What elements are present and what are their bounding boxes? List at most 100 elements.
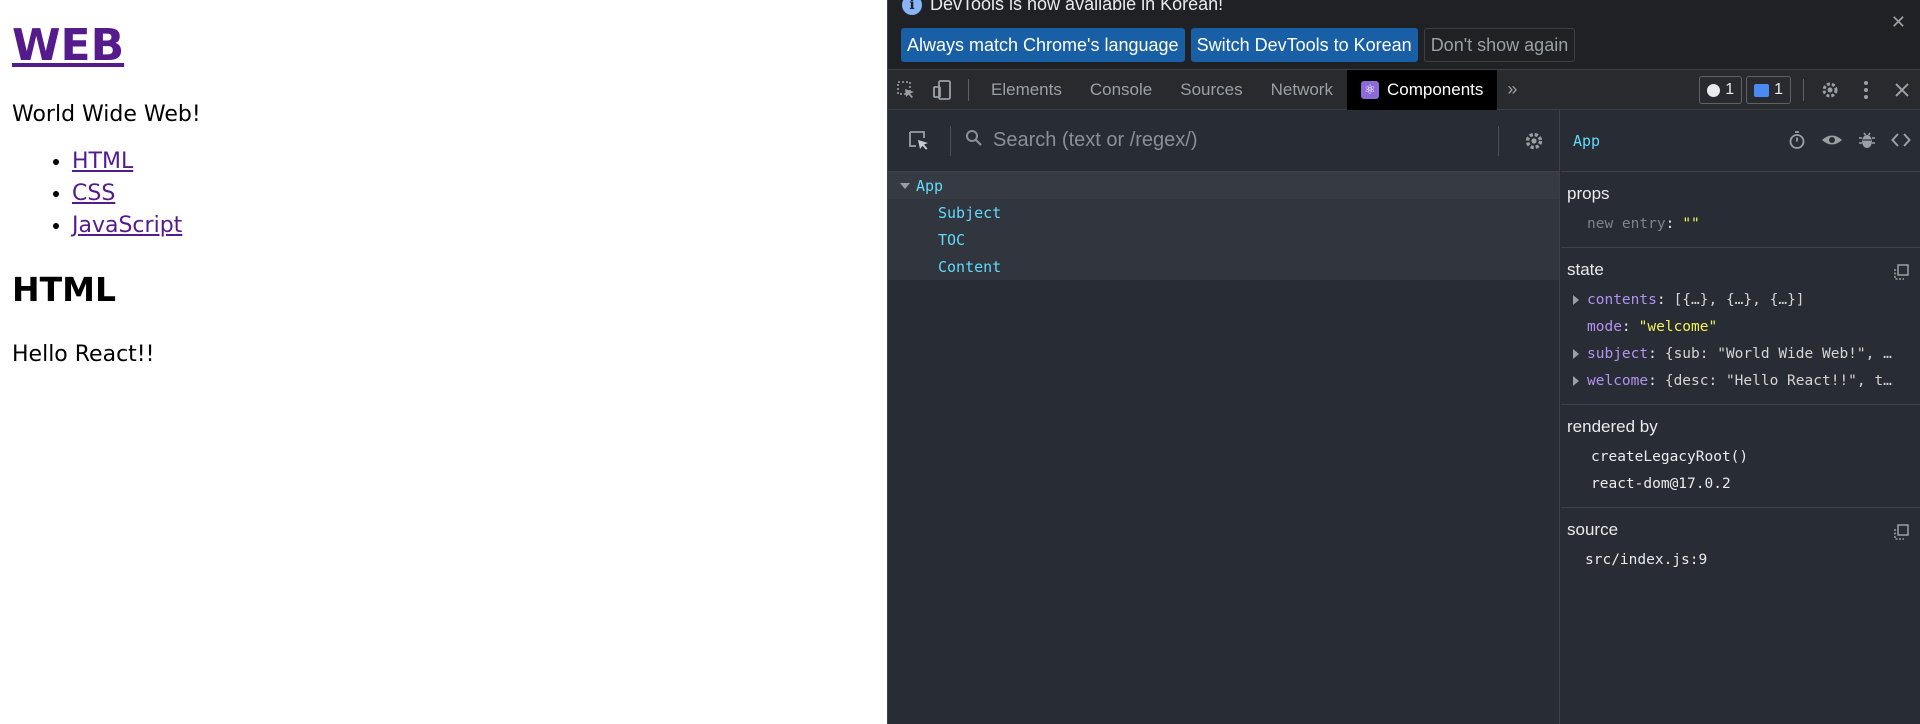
messages-count: 1 (1774, 81, 1783, 98)
rendered-by-section: rendered by createLegacyRoot() react-dom… (1561, 405, 1920, 508)
prop-row-new-entry[interactable]: new entry: "" (1567, 210, 1915, 237)
toc-item: CSS (72, 178, 887, 210)
infobar-text: DevTools is now available in Korean! (930, 0, 1224, 14)
close-icon[interactable]: ✕ (1891, 12, 1906, 33)
state-value[interactable]: "welcome" (1639, 319, 1718, 335)
language-infobar: i DevTools is now available in Korean! A… (888, 0, 1920, 70)
expand-arrow-icon[interactable] (1573, 375, 1579, 386)
page-heading: WEB (12, 20, 887, 72)
page-subtitle: World Wide Web! (12, 102, 201, 127)
message-icon (1754, 83, 1770, 97)
selected-component-name: App (1573, 131, 1601, 150)
messages-counter[interactable]: 1 (1746, 76, 1791, 104)
colon: : (1648, 345, 1657, 362)
tabbar-right: 1 1 (1699, 70, 1920, 110)
search-divider (950, 125, 951, 156)
info-icon: i (902, 0, 922, 15)
search-icon (965, 129, 983, 152)
prop-key: new entry (1587, 215, 1666, 232)
settings-gear-icon[interactable] (1812, 70, 1848, 110)
component-inspector-panel: App props new entry: "" state contents: (1561, 110, 1920, 724)
inspector-actions (1787, 130, 1911, 155)
toc-item: HTML (72, 146, 887, 178)
tab-console[interactable]: Console (1076, 70, 1166, 110)
expand-arrow-icon[interactable] (1573, 294, 1579, 305)
infobar-message: i DevTools is now available in Korean! (902, 0, 1223, 15)
device-toolbar-icon[interactable] (924, 70, 960, 110)
toc-link-javascript[interactable]: JavaScript (72, 213, 182, 238)
view-source-icon[interactable] (1891, 130, 1911, 155)
toc-item: JavaScript (72, 210, 887, 242)
web-page: WEB World Wide Web! HTML CSS JavaScript … (0, 0, 887, 724)
source-section: source src/index.js:9 (1561, 508, 1920, 583)
inspect-element-icon[interactable] (888, 70, 924, 110)
source-location[interactable]: src/index.js:9 (1567, 546, 1915, 573)
state-key: contents (1587, 291, 1657, 308)
tree-node-toc[interactable]: TOC (888, 226, 1559, 253)
tree-node-app[interactable]: App (888, 172, 1559, 199)
close-devtools-icon[interactable] (1884, 70, 1920, 110)
toolbar-divider (968, 78, 969, 101)
tree-node-subject[interactable]: Subject (888, 199, 1559, 226)
state-row-welcome[interactable]: welcome: {desc: "Hello React!!", t… (1567, 367, 1915, 394)
rendered-by-root: createLegacyRoot() (1591, 448, 1749, 465)
copy-icon[interactable] (1893, 264, 1909, 285)
expand-caret-icon[interactable] (900, 182, 910, 189)
always-match-language-button[interactable]: Always match Chrome's language (901, 28, 1185, 62)
eye-icon[interactable] (1821, 130, 1843, 155)
state-value: {desc: "Hello React!!", t… (1664, 372, 1892, 389)
bug-icon[interactable] (1857, 130, 1877, 155)
state-value: [{…}, {…}, {…}] (1673, 291, 1805, 308)
state-row-subject[interactable]: subject: {sub: "World Wide Web!", … (1567, 340, 1915, 367)
search-divider (1498, 126, 1499, 156)
tree-search-bar (888, 110, 1559, 172)
toc-link-css[interactable]: CSS (72, 181, 115, 206)
prop-value[interactable]: "" (1682, 216, 1699, 232)
state-key: welcome (1587, 372, 1649, 389)
copy-icon[interactable] (1893, 524, 1909, 545)
select-element-icon[interactable] (888, 110, 950, 172)
props-title: props (1567, 184, 1610, 203)
tree-node-content[interactable]: Content (888, 253, 1559, 280)
issues-count: 1 (1725, 81, 1735, 98)
component-tree-panel: App Subject TOC Content (888, 110, 1560, 724)
dont-show-again-button[interactable]: Don't show again (1423, 28, 1576, 62)
expand-arrow-icon[interactable] (1573, 348, 1579, 359)
colon: : (1621, 318, 1631, 335)
state-row-contents[interactable]: contents: [{…}, {…}, {…}] (1567, 286, 1915, 313)
tab-network[interactable]: Network (1257, 70, 1347, 110)
tab-elements[interactable]: Elements (977, 70, 1076, 110)
state-value: {sub: "World Wide Web!", … (1664, 345, 1892, 362)
props-section: props new entry: "" (1561, 172, 1920, 248)
tab-sources[interactable]: Sources (1166, 70, 1256, 110)
colon: : (1656, 291, 1666, 308)
toc-list: HTML CSS JavaScript (12, 146, 887, 242)
inspector-header: App (1561, 110, 1920, 172)
content-title: HTML (12, 270, 116, 309)
devtools-tabbar: Elements Console Sources Network ⚛ Compo… (888, 69, 1920, 110)
toolbar-divider (1803, 79, 1804, 101)
infobar-buttons: Always match Chrome's language Switch De… (901, 28, 1576, 62)
component-tree: App Subject TOC Content (888, 172, 1559, 280)
heading-link[interactable]: WEB (12, 20, 124, 71)
content-description: Hello React!! (12, 342, 155, 367)
tab-components[interactable]: ⚛ Components (1346, 69, 1498, 110)
stopwatch-icon[interactable] (1787, 130, 1807, 155)
tree-node-label: App (916, 176, 944, 195)
more-tabs-icon[interactable]: » (1497, 79, 1527, 100)
component-search-input[interactable] (993, 129, 1473, 152)
rendered-by-title: rendered by (1567, 417, 1658, 436)
issue-dot-icon (1707, 83, 1721, 97)
toc-link-html[interactable]: HTML (72, 149, 133, 174)
component-settings-gear-icon[interactable] (1523, 130, 1545, 157)
state-title: state (1567, 260, 1604, 279)
react-icon: ⚛ (1360, 80, 1379, 99)
switch-to-korean-button[interactable]: Switch DevTools to Korean (1190, 28, 1418, 62)
colon: : (1648, 372, 1657, 389)
kebab-menu-icon[interactable] (1848, 70, 1884, 110)
source-title: source (1567, 520, 1619, 539)
state-row-mode[interactable]: mode: "welcome" (1567, 313, 1915, 340)
devtools-panel: i DevTools is now available in Korean! A… (887, 0, 1920, 724)
issues-counter[interactable]: 1 (1699, 76, 1743, 104)
state-section: state contents: [{…}, {…}, {…}] mode: "w… (1561, 248, 1920, 405)
